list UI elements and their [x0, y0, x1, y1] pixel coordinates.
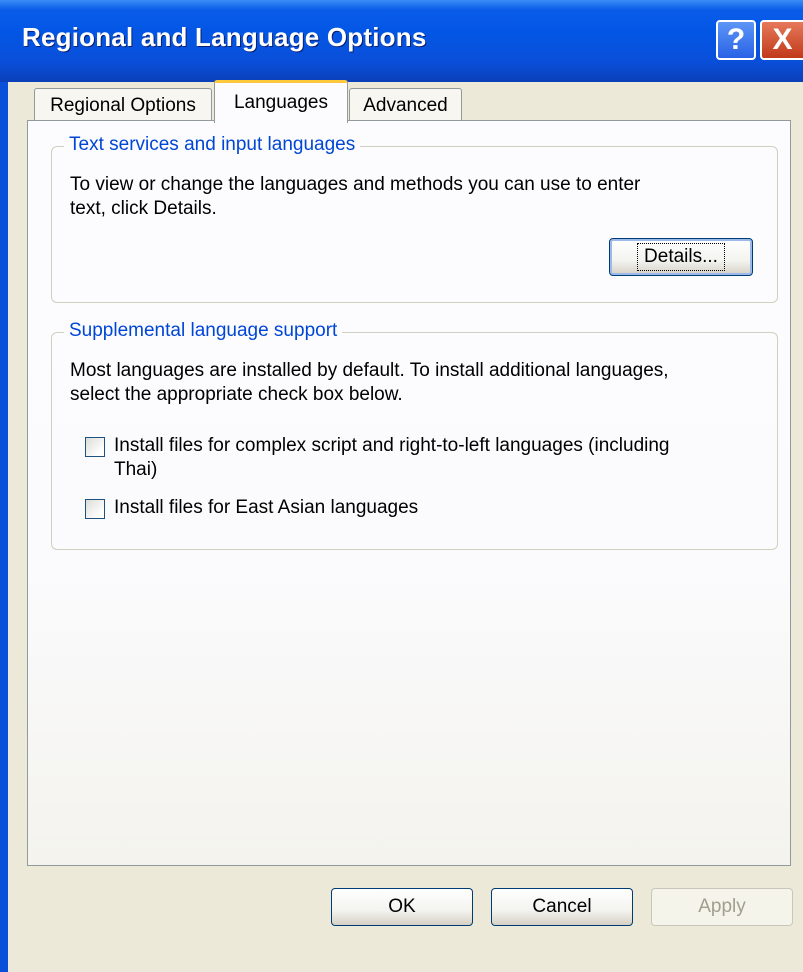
tab-panel-languages: Text services and input languages To vie…	[27, 120, 791, 866]
description-line: Most languages are installed by default.…	[70, 360, 669, 381]
cancel-button-label: Cancel	[532, 896, 592, 917]
details-button-label: Details...	[637, 243, 725, 271]
close-icon: X	[772, 23, 793, 56]
dialog-window: Regional and Language Options ? X Region…	[0, 0, 803, 972]
supplemental-group: Supplemental language support Most langu…	[51, 319, 778, 550]
help-button[interactable]: ?	[716, 20, 756, 60]
tab-languages[interactable]: Languages	[214, 80, 348, 123]
ok-button[interactable]: OK	[331, 888, 473, 926]
east-asian-checkbox[interactable]	[85, 499, 105, 519]
supplemental-description: Most languages are installed by default.…	[70, 359, 669, 407]
east-asian-checkbox-row[interactable]: Install files for East Asian languages	[85, 496, 418, 520]
help-icon: ?	[726, 23, 746, 56]
checkbox-label-line: Thai)	[114, 459, 158, 480]
ok-button-label: OK	[388, 896, 416, 917]
complex-script-checkbox-row[interactable]: Install files for complex script and rig…	[85, 434, 670, 482]
window-border	[0, 82, 8, 972]
text-services-title: Text services and input languages	[64, 133, 361, 157]
complex-script-checkbox[interactable]	[85, 437, 105, 457]
close-button[interactable]: X	[760, 20, 803, 60]
text-services-group: Text services and input languages To vie…	[51, 133, 778, 303]
apply-button-label: Apply	[698, 896, 746, 917]
checkbox-label-line: Install files for East Asian languages	[114, 497, 419, 518]
cancel-button[interactable]: Cancel	[491, 888, 633, 926]
tab-label: Regional Options	[50, 94, 196, 116]
title-bar[interactable]: Regional and Language Options ? X	[0, 0, 803, 82]
tab-advanced[interactable]: Advanced	[349, 88, 462, 122]
tab-regional-options[interactable]: Regional Options	[34, 88, 212, 122]
complex-script-label[interactable]: Install files for complex script and rig…	[114, 434, 670, 482]
tab-label: Advanced	[363, 94, 448, 116]
east-asian-label[interactable]: Install files for East Asian languages	[114, 496, 418, 520]
description-line: text, click Details.	[70, 198, 217, 219]
text-services-description: To view or change the languages and meth…	[70, 173, 640, 221]
supplemental-title: Supplemental language support	[64, 319, 343, 343]
window-title: Regional and Language Options	[22, 22, 427, 52]
apply-button[interactable]: Apply	[651, 888, 793, 926]
details-button[interactable]: Details...	[609, 238, 753, 276]
checkbox-label-line: Install files for complex script and rig…	[114, 435, 670, 456]
description-line: To view or change the languages and meth…	[70, 174, 641, 195]
description-line: select the appropriate check box below.	[70, 384, 403, 405]
tab-label: Languages	[233, 92, 329, 113]
